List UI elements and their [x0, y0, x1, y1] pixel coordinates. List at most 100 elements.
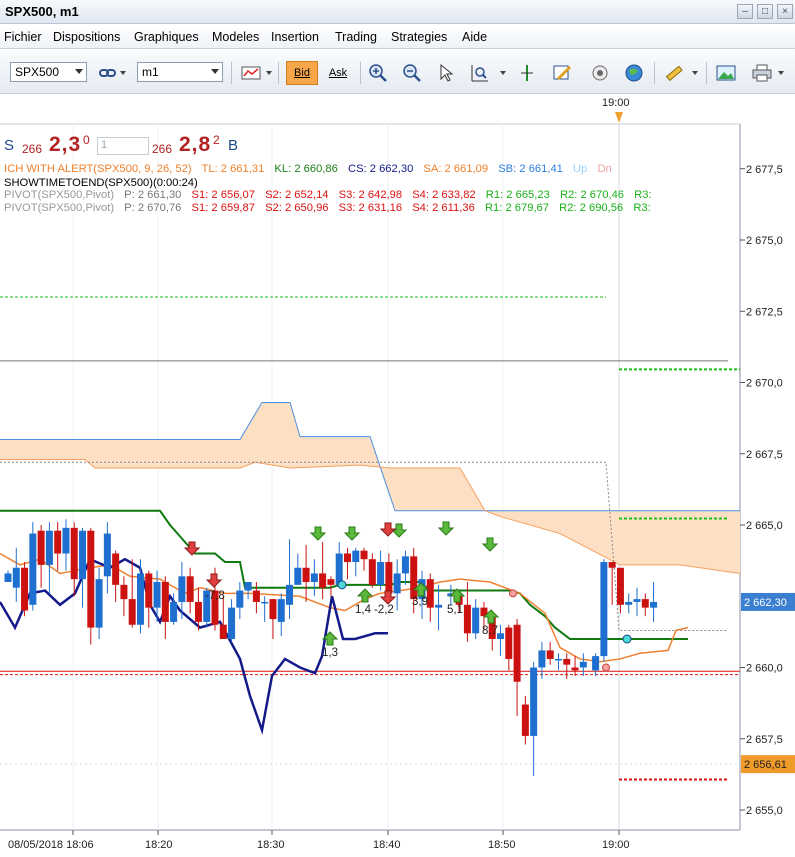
price-tick-label: 2 670,0	[746, 378, 783, 390]
price-tick-label: 2 665,0	[746, 520, 783, 532]
candle-bearish	[70, 527, 78, 580]
candle-bullish	[554, 658, 562, 661]
candlestick-type-icon[interactable]	[239, 61, 263, 85]
candle-bearish	[54, 530, 62, 554]
time-tick-label: 18:50	[488, 839, 516, 851]
candle-bearish	[360, 550, 368, 560]
candle-bullish	[352, 550, 360, 563]
candle-bearish	[546, 650, 554, 659]
candle-bearish	[327, 579, 335, 585]
indicator-pivot-2[interactable]: PIVOT(SPX500,Pivot) P: 2 670,76 S1: 2 65…	[4, 202, 658, 214]
ich-sb: SB: 2 661,41	[498, 163, 563, 175]
candle-bullish	[79, 530, 87, 580]
window-title: SPX500, m1	[5, 4, 79, 19]
buy-price-big[interactable]: 2,8	[179, 133, 211, 157]
symbol-select[interactable]: SPX500	[10, 62, 87, 82]
ich-up: Up	[573, 163, 588, 175]
menu-fichier[interactable]: Fichier	[4, 30, 42, 44]
menu-graphiques[interactable]: Graphiques	[134, 30, 199, 44]
minimize-icon[interactable]: –	[737, 4, 753, 19]
chevron-down-icon[interactable]	[120, 71, 126, 75]
pivot1-r1: R1: 2 665,23	[485, 189, 550, 201]
signal-value-label: 5,1	[447, 604, 463, 616]
ruler-icon[interactable]	[662, 61, 686, 85]
cross-marker-icon	[337, 580, 347, 590]
quantity-field[interactable]: 1	[97, 137, 149, 155]
maximize-icon[interactable]: □	[757, 4, 773, 19]
sell-label[interactable]: S	[4, 137, 14, 154]
time-tick-label: 19:00	[602, 839, 630, 851]
candle-bullish	[310, 573, 318, 582]
menu-bar: Fichier Dispositions Graphiques Modeles …	[0, 25, 795, 49]
menu-insertion[interactable]: Insertion	[271, 30, 319, 44]
crosshair-plus-icon[interactable]	[366, 61, 390, 85]
buy-price-small[interactable]: 266	[152, 142, 172, 156]
price-tick-label: 2 660,0	[746, 663, 783, 675]
menu-trading[interactable]: Trading	[335, 30, 377, 44]
timeframe-value: m1	[142, 65, 159, 79]
timeframe-select[interactable]: m1	[137, 62, 223, 82]
crosshair-minus-icon[interactable]	[400, 61, 424, 85]
close-icon[interactable]: ×	[777, 4, 793, 19]
time-tick-label: 18:20	[145, 839, 173, 851]
indicator-showtime[interactable]: SHOWTIMETOEND(SPX500)(0:00:24)	[4, 177, 205, 189]
pivot1-s3: S3: 2 642,98	[338, 189, 403, 201]
candle-bullish	[633, 599, 641, 602]
candle-bearish	[319, 573, 327, 588]
candle-bearish	[563, 658, 571, 665]
ich-name: ICH WITH ALERT(SPX500, 9, 26, 52)	[4, 163, 192, 175]
candle-bullish	[592, 656, 600, 671]
marker-price-label: 2 656,61	[744, 759, 787, 771]
candle-bullish	[4, 573, 12, 582]
chain-link-icon[interactable]	[96, 61, 120, 85]
signal-value-label: 8,7	[482, 625, 498, 637]
sell-price-small[interactable]: 266	[22, 142, 42, 156]
edit-chart-icon[interactable]	[550, 61, 574, 85]
candle-bearish	[87, 530, 95, 628]
separator	[278, 62, 279, 84]
pivot1-s2: S2: 2 652,14	[265, 189, 329, 201]
ask-button[interactable]: Ask	[322, 61, 354, 85]
candle-bearish	[505, 627, 513, 659]
chevron-down-icon[interactable]	[692, 71, 698, 75]
pivot2-name: PIVOT(SPX500,Pivot)	[4, 202, 115, 214]
candle-bullish	[103, 533, 111, 577]
bid-label: Bid	[294, 67, 310, 79]
zoom-icon[interactable]	[468, 61, 492, 85]
separator	[706, 62, 707, 84]
candle-bearish	[343, 553, 351, 563]
buy-label[interactable]: B	[228, 137, 238, 154]
toolbar: SPX500 m1 Bid Ask	[0, 50, 795, 94]
chevron-down-icon[interactable]	[500, 71, 506, 75]
ich-kl: KL: 2 660,86	[274, 163, 338, 175]
menu-strategies[interactable]: Strategies	[391, 30, 447, 44]
candle-bearish	[463, 604, 471, 634]
candle-bullish	[472, 607, 480, 634]
candle-bearish	[37, 530, 45, 565]
candle-bullish	[393, 573, 401, 594]
candle-bullish	[236, 590, 244, 608]
cross-marker-icon	[622, 634, 632, 644]
print-icon[interactable]	[750, 61, 774, 85]
menu-aide[interactable]: Aide	[462, 30, 487, 44]
chevron-down-icon	[211, 69, 219, 74]
separator	[360, 62, 361, 84]
indicator-pivot-1[interactable]: PIVOT(SPX500,Pivot) P: 2 661,30 S1: 2 65…	[4, 189, 659, 201]
sell-price-big[interactable]: 2,3	[49, 133, 81, 157]
chevron-down-icon[interactable]	[266, 71, 272, 75]
eye-icon[interactable]	[588, 61, 612, 85]
pivot2-r2: R2: 2 690,56	[559, 202, 624, 214]
globe-icon[interactable]	[622, 61, 646, 85]
cursor-icon[interactable]	[434, 61, 458, 85]
pivot2-r1: R1: 2 679,67	[484, 202, 550, 214]
bid-button[interactable]: Bid	[286, 61, 318, 85]
candle-bearish	[112, 553, 120, 585]
indicator-ich[interactable]: ICH WITH ALERT(SPX500, 9, 26, 52) TL: 2 …	[4, 163, 619, 175]
price-tick-label: 2 672,5	[746, 306, 783, 318]
menu-dispositions[interactable]: Dispositions	[53, 30, 120, 44]
chevron-down-icon[interactable]	[778, 71, 784, 75]
image-icon[interactable]	[714, 61, 738, 85]
candle-bullish	[153, 582, 161, 608]
menu-modeles[interactable]: Modeles	[212, 30, 259, 44]
vertical-line-icon[interactable]	[515, 61, 539, 85]
